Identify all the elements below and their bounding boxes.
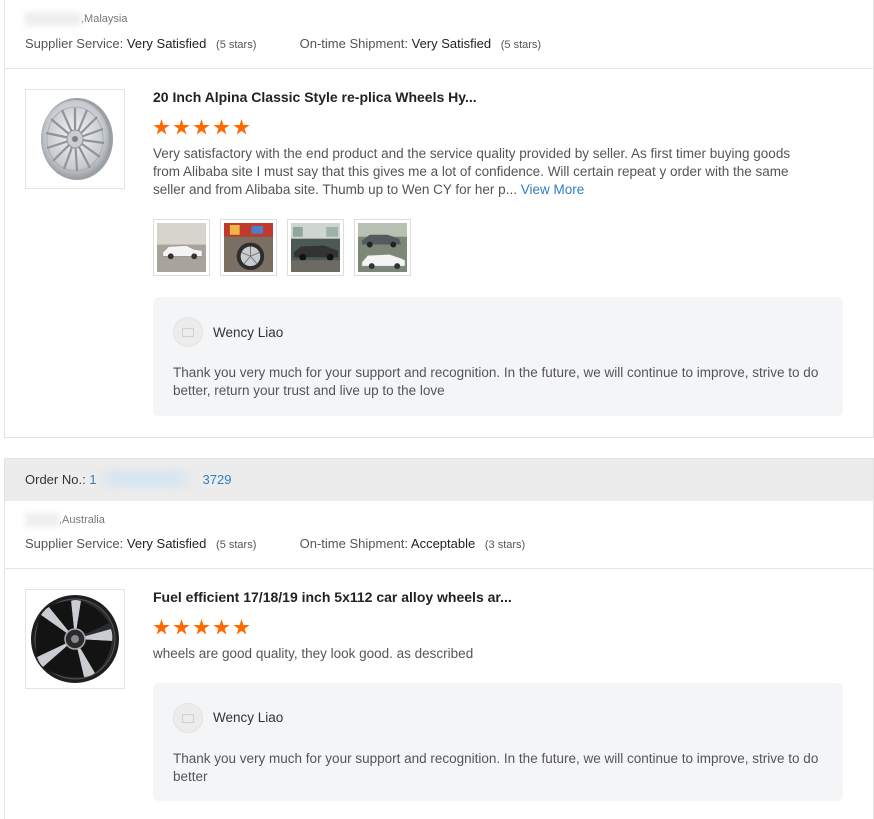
review-photo-two-sedans[interactable] xyxy=(354,219,411,276)
alloy-wheel-icon xyxy=(41,98,113,180)
star-rating xyxy=(153,619,250,636)
star-icon xyxy=(173,619,190,635)
alloy-wheel-icon xyxy=(31,595,119,683)
review-text: Very satisfactory with the end product a… xyxy=(153,146,791,197)
buyer-location: ,Malaysia xyxy=(25,12,127,26)
supplier-service-value: Very Satisfied xyxy=(126,36,207,51)
star-icon xyxy=(193,119,210,135)
order-bar: Order No.: 1 3729 xyxy=(5,459,873,501)
reply-text: Thank you very much for your support and… xyxy=(173,365,819,398)
review-text: wheels are good quality, they look good.… xyxy=(153,646,474,661)
redacted-name xyxy=(25,513,59,527)
car-photo-icon xyxy=(291,223,340,272)
supplier-service-label: Supplier Service: xyxy=(25,536,124,551)
redacted-name xyxy=(25,12,81,26)
seller-reply: Wency Liao Thank you very much for your … xyxy=(153,683,843,801)
divider xyxy=(5,68,873,69)
car-photo-icon xyxy=(224,223,273,272)
star-icon xyxy=(193,619,210,635)
product-title[interactable]: Fuel efficient 17/18/19 inch 5x112 car a… xyxy=(153,589,512,605)
supplier-service-value: Very Satisfied xyxy=(126,536,207,551)
reply-author: Wency Liao xyxy=(213,710,284,725)
buyer-location: ,Australia xyxy=(25,513,105,527)
star-rating xyxy=(153,119,250,136)
star-icon xyxy=(233,119,250,135)
supplier-service-stars: (5 stars) xyxy=(216,39,257,51)
order-label: Order No.: xyxy=(25,472,86,487)
shipment-value: Very Satisfied xyxy=(411,36,492,51)
product-image[interactable] xyxy=(25,589,125,689)
avatar-icon xyxy=(173,317,203,347)
review-photo-white-sedan[interactable] xyxy=(153,219,210,276)
review-photo-showroom[interactable] xyxy=(287,219,344,276)
order-number-link[interactable]: 1 3729 xyxy=(89,470,231,488)
view-more-link[interactable]: View More xyxy=(521,182,585,197)
star-icon xyxy=(213,119,230,135)
review-card: ,Malaysia Supplier Service: Very Satisfi… xyxy=(4,0,874,438)
star-icon xyxy=(153,619,170,635)
avatar-icon xyxy=(173,703,203,733)
review-card: Order No.: 1 3729 ,Australia Supplier Ser… xyxy=(4,458,874,819)
car-photo-icon xyxy=(358,223,407,272)
reply-author: Wency Liao xyxy=(213,325,284,340)
shipment-stars: (5 stars) xyxy=(500,39,542,51)
review-photo-wheel-closeup[interactable] xyxy=(220,219,277,276)
star-icon xyxy=(213,619,230,635)
redacted-order-number xyxy=(95,470,196,488)
star-icon xyxy=(173,119,190,135)
shipment-label: On-time Shipment: xyxy=(299,536,408,551)
seller-reply: Wency Liao Thank you very much for your … xyxy=(153,297,843,416)
divider xyxy=(5,568,873,569)
supplier-service-stars: (5 stars) xyxy=(216,539,257,551)
product-title[interactable]: 20 Inch Alpina Classic Style re-plica Wh… xyxy=(153,89,477,105)
shipment-stars: (3 stars) xyxy=(484,539,526,551)
supplier-service-label: Supplier Service: xyxy=(25,36,124,51)
rating-summary: Supplier Service: Very Satisfied (5 star… xyxy=(25,36,541,51)
rating-summary: Supplier Service: Very Satisfied (5 star… xyxy=(25,536,525,551)
star-icon xyxy=(153,119,170,135)
shipment-label: On-time Shipment: xyxy=(299,36,408,51)
star-icon xyxy=(233,619,250,635)
shipment-value: Acceptable xyxy=(410,536,476,551)
product-image[interactable] xyxy=(25,89,125,189)
car-photo-icon xyxy=(157,223,206,272)
review-photos xyxy=(153,219,411,276)
reply-text: Thank you very much for your support and… xyxy=(173,751,819,784)
